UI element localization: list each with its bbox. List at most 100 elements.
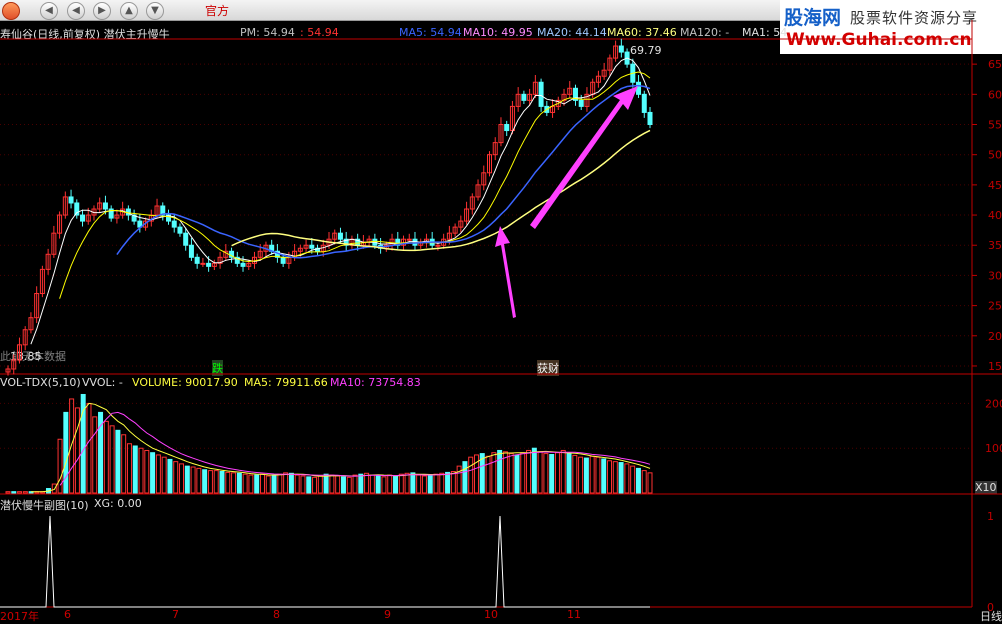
volume-bar bbox=[427, 474, 433, 494]
volume-bar bbox=[312, 476, 318, 494]
volume-bar bbox=[375, 475, 381, 494]
volume-bar bbox=[601, 458, 607, 494]
candle-body bbox=[647, 111, 653, 126]
volume-bar bbox=[508, 453, 514, 494]
volume-bar bbox=[265, 475, 271, 494]
volume-bar bbox=[554, 452, 560, 494]
volume-bar bbox=[578, 456, 584, 494]
volume-bar bbox=[161, 456, 167, 494]
candle-body bbox=[309, 244, 315, 249]
y-tick-label: 40 bbox=[988, 209, 1002, 222]
volume-bar bbox=[300, 475, 306, 494]
volume-bar bbox=[543, 453, 549, 494]
volume-bar bbox=[560, 449, 566, 494]
volume-bar bbox=[277, 473, 283, 494]
volume-bar bbox=[242, 473, 248, 494]
volume-bar bbox=[473, 454, 479, 494]
candle-body bbox=[171, 220, 177, 228]
volume-bar bbox=[167, 458, 173, 494]
volume-bar bbox=[132, 445, 138, 494]
volume-bar bbox=[531, 447, 537, 494]
volume-bar bbox=[641, 470, 647, 494]
candle-body bbox=[538, 81, 544, 107]
volume-bar bbox=[647, 472, 653, 494]
volume-bar bbox=[190, 466, 196, 494]
volume-bar bbox=[416, 474, 422, 494]
volume-bar bbox=[387, 474, 393, 494]
volume-bar bbox=[231, 472, 237, 494]
sub-tick-label: 1 bbox=[987, 510, 994, 523]
volume-bar bbox=[259, 473, 265, 494]
volume-bar bbox=[595, 456, 601, 494]
volume-bar bbox=[398, 473, 404, 494]
volume-bar bbox=[352, 474, 358, 494]
candle-body bbox=[521, 93, 527, 101]
volume-bar bbox=[549, 453, 555, 494]
volume-bar bbox=[439, 472, 445, 494]
candle-body bbox=[80, 214, 86, 222]
volume-bar bbox=[213, 470, 219, 494]
volume-bar bbox=[317, 475, 323, 494]
volume-bar bbox=[589, 455, 595, 494]
volume-bar bbox=[323, 473, 329, 494]
volume-bar bbox=[92, 416, 98, 494]
volume-bar bbox=[537, 451, 543, 494]
volume-bar bbox=[138, 447, 144, 494]
candle-body bbox=[183, 232, 189, 246]
volume-bar bbox=[271, 474, 277, 494]
volume-bar bbox=[225, 471, 231, 494]
volume-bar bbox=[514, 454, 520, 494]
volume-bar bbox=[624, 463, 630, 494]
signal-line bbox=[0, 515, 650, 608]
candle-body bbox=[504, 124, 510, 132]
volume-bar bbox=[109, 425, 115, 494]
chart-canvas[interactable]: 15 20 25 30 35 40 45 50 55 60 65 100 200 0 1 bbox=[0, 0, 1002, 619]
candle-body bbox=[200, 262, 206, 265]
volume-bar bbox=[526, 449, 532, 494]
volume-bar bbox=[364, 472, 370, 494]
volume-bar bbox=[150, 452, 156, 494]
volume-bar bbox=[421, 475, 427, 494]
volume-bar bbox=[612, 461, 618, 494]
volume-bar bbox=[184, 465, 190, 494]
volume-bar bbox=[491, 452, 497, 494]
y-tick-label: 65 bbox=[988, 58, 1002, 71]
volume-bar bbox=[485, 455, 491, 494]
volume-bar bbox=[155, 454, 161, 494]
candle-body bbox=[102, 202, 108, 210]
volume-bar bbox=[618, 462, 624, 494]
volume-bar bbox=[17, 491, 23, 494]
y-tick-label: 45 bbox=[988, 179, 1002, 192]
volume-bar bbox=[115, 429, 121, 494]
volume-bar bbox=[468, 456, 474, 494]
sub-tick-label: 0 bbox=[987, 601, 994, 614]
candle-body bbox=[406, 238, 412, 241]
volume-bar bbox=[497, 449, 503, 494]
volume-bar bbox=[5, 491, 11, 494]
candle-body bbox=[618, 45, 624, 53]
candle-body bbox=[177, 226, 183, 234]
candle-body bbox=[206, 262, 212, 267]
volume-bar bbox=[126, 443, 132, 494]
volume-bar bbox=[283, 472, 289, 494]
volume-bar bbox=[288, 472, 294, 494]
y-tick-label: 20 bbox=[988, 330, 1002, 343]
candle-body bbox=[194, 256, 200, 264]
volume-bar bbox=[11, 491, 17, 494]
volume-bar bbox=[404, 472, 410, 494]
vol-tick-label: 100 bbox=[985, 442, 1002, 455]
volume-bar bbox=[572, 454, 578, 494]
buy-arrow-up bbox=[495, 226, 516, 318]
volume-bar bbox=[179, 463, 185, 494]
y-tick-label: 60 bbox=[988, 88, 1002, 101]
ma5-line bbox=[30, 57, 651, 345]
candle-body bbox=[68, 196, 74, 204]
volume-bar bbox=[74, 407, 80, 494]
volume-bar bbox=[369, 474, 375, 494]
volume-bar bbox=[202, 469, 208, 494]
volume-bar bbox=[462, 461, 468, 494]
y-tick-label: 15 bbox=[988, 360, 1002, 373]
volume-bar bbox=[254, 474, 260, 494]
volume-bar bbox=[329, 474, 335, 494]
volume-bar bbox=[630, 465, 636, 494]
